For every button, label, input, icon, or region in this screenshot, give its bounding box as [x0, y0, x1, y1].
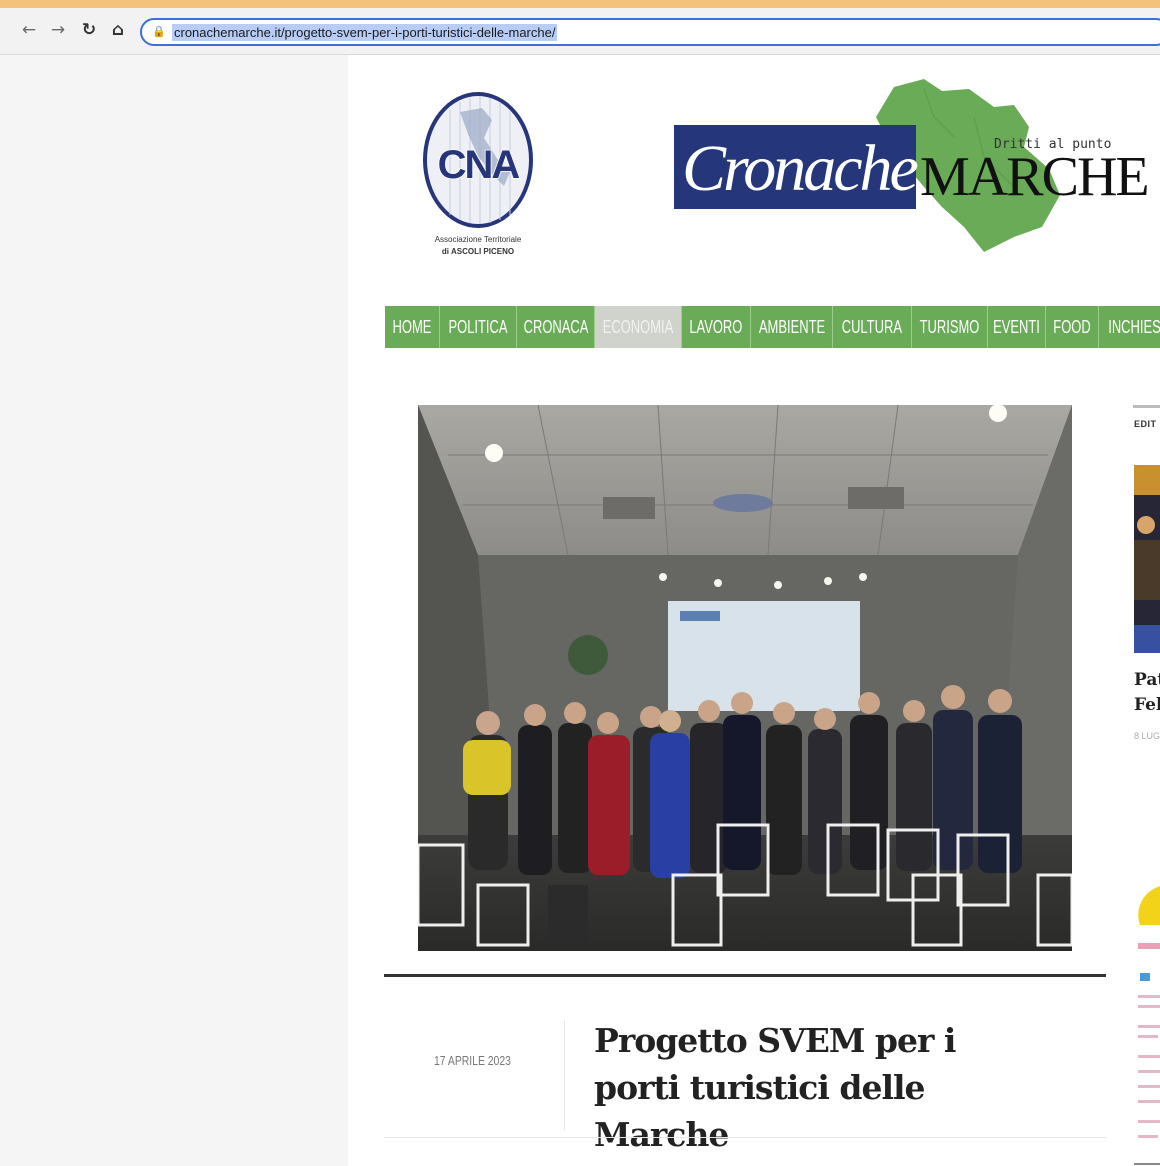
sidebar-bottom-divider	[1134, 1163, 1160, 1165]
sidebar-article-date: 8 LUG	[1134, 731, 1160, 741]
logo-marche: MARCHE	[920, 146, 1150, 208]
lock-icon[interactable]: 🔒	[152, 25, 166, 38]
cna-caption-location: di ASCOLI PICENO	[441, 247, 515, 256]
sidebar-article-title[interactable]: Pat Fell	[1134, 668, 1160, 718]
nav-item-inchieste[interactable]: INCHIES	[1099, 306, 1160, 348]
home-icon[interactable]: ⌂	[106, 18, 130, 42]
sidebar-section-label: EDIT	[1134, 419, 1157, 429]
article-bottom-divider	[384, 1137, 1106, 1138]
arrow-right-icon[interactable]: →	[46, 18, 70, 42]
nav-item-food[interactable]: FOOD	[1046, 306, 1099, 348]
nav-item-turismo[interactable]: TURISMO	[912, 306, 988, 348]
cna-logo[interactable]: CNA	[420, 90, 536, 235]
sidebar-title-line2: Fell	[1134, 695, 1160, 715]
nav-item-economia[interactable]: ECONOMIA	[595, 306, 682, 348]
article-separator	[564, 1020, 565, 1130]
nav-item-politica[interactable]: POLITICA	[440, 306, 517, 348]
browser-top-strip	[0, 0, 1160, 8]
nav-item-home[interactable]: HOME	[385, 306, 440, 348]
browser-toolbar: ← → ↻ ⌂ 🔒 cronachemarche.it/progetto-sve…	[0, 8, 1160, 55]
nav-item-cronaca[interactable]: CRONACA	[517, 306, 595, 348]
address-bar-url: cronachemarche.it/progetto-svem-per-i-po…	[172, 24, 558, 41]
nav-item-lavoro[interactable]: LAVORO	[682, 306, 751, 348]
nav-item-ambiente[interactable]: AMBIENTE	[751, 306, 833, 348]
sidebar-title-line1: Pat	[1134, 670, 1160, 690]
article-featured-image[interactable]	[418, 405, 1072, 951]
sidebar-divider	[1133, 405, 1160, 408]
site-slogan: Dritti al punto	[994, 137, 1112, 152]
page-left-margin	[0, 55, 348, 1166]
main-nav: HOME POLITICA CRONACA ECONOMIA LAVORO AM…	[385, 306, 1160, 348]
sidebar-article-image[interactable]	[1134, 465, 1160, 653]
reload-icon[interactable]: ↻	[77, 18, 101, 42]
nav-item-eventi[interactable]: EVENTI	[988, 306, 1046, 348]
logo-cronache: Cronache	[682, 132, 919, 205]
article-divider	[384, 974, 1106, 977]
arrow-left-icon[interactable]: ←	[17, 18, 41, 42]
nav-item-cultura[interactable]: CULTURA	[833, 306, 912, 348]
article-date: 17 APRILE 2023	[434, 1053, 511, 1068]
sidebar-advertisement[interactable]	[1138, 885, 1160, 1165]
address-bar[interactable]: 🔒 cronachemarche.it/progetto-svem-per-i-…	[140, 18, 1160, 46]
cna-caption: Associazione Territoriale	[434, 235, 522, 244]
site-logo[interactable]: Cronache MARCHE Dritti al punto	[674, 77, 1150, 257]
cna-logo-text: CNA	[438, 143, 520, 187]
website: CNA Associazione Territoriale di ASCOLI …	[348, 55, 1160, 1166]
